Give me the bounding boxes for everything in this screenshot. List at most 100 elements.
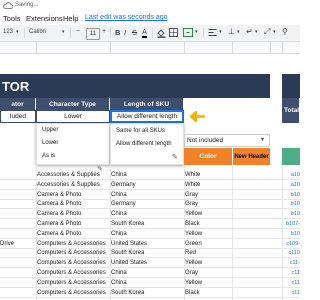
value-cell-1[interactable]: luded (0, 110, 36, 123)
option-same-for-all[interactable]: Same for all SKUs (111, 125, 183, 138)
character-type-select[interactable]: Lower (36, 110, 110, 123)
menu-help[interactable]: Help (63, 14, 78, 23)
length-of-sku-select[interactable]: Allow different length (110, 110, 184, 123)
column-divider[interactable] (232, 42, 233, 54)
menu-tools[interactable]: Tools (3, 14, 21, 23)
cell-sku[interactable]: b10 (283, 191, 300, 200)
bold-button[interactable]: B (115, 28, 120, 37)
cell-col1[interactable] (0, 200, 36, 209)
cell-category[interactable]: Camera & Photo (37, 191, 110, 200)
cell-sku[interactable]: a10 (283, 171, 300, 180)
cell-category[interactable]: Computers & Accessories (37, 269, 110, 278)
cell-country[interactable]: South Korea (111, 220, 184, 229)
cell-sku[interactable]: c11- (283, 259, 300, 268)
cell-category[interactable]: Camera & Photo (37, 230, 110, 239)
cell-sku[interactable]: b107- (283, 220, 300, 229)
cell-country[interactable]: China (111, 171, 184, 180)
cell-sku[interactable]: c11 (283, 279, 300, 288)
cell-col1[interactable] (0, 259, 36, 268)
cell-color[interactable]: Gray (185, 269, 232, 278)
cell-category[interactable]: Computers & Accessories (37, 279, 110, 288)
cell-color[interactable]: White (185, 171, 232, 180)
borders-icon[interactable] (169, 28, 178, 39)
align-left-icon[interactable] (208, 28, 217, 39)
cell-col1[interactable] (0, 210, 36, 219)
cell-sku[interactable]: c110 (283, 249, 300, 258)
cell-color[interactable]: Red (185, 249, 232, 258)
cell-col1[interactable] (0, 191, 36, 200)
merge-cells-icon[interactable] (183, 28, 193, 39)
edit-pencil-icon[interactable]: ✎ (172, 153, 178, 161)
cell-category[interactable]: Accessories & Supplies (37, 171, 110, 180)
italic-button[interactable]: I (124, 28, 126, 37)
cell-sku[interactable]: a10 (283, 181, 300, 190)
column-divider[interactable] (270, 42, 271, 54)
column-divider[interactable] (282, 42, 283, 54)
column-divider[interactable] (110, 42, 111, 54)
cell-sku[interactable]: b10 (283, 230, 300, 239)
cell-category[interactable]: Accessories & Supplies (37, 181, 110, 190)
cell-col1[interactable] (0, 230, 36, 239)
fill-color-icon[interactable] (157, 28, 166, 40)
column-divider[interactable] (36, 42, 37, 54)
cell-col1[interactable] (0, 289, 36, 298)
cell-category[interactable]: Computers & Accessories (37, 249, 110, 258)
link-icon[interactable]: ⚲ (282, 27, 288, 36)
cell-category[interactable]: Computers & Accessories (37, 240, 110, 249)
cell-col1[interactable]: Drive (0, 240, 36, 249)
cell-country[interactable]: United States (111, 240, 184, 249)
text-rotation-icon[interactable]: ⤢ (264, 27, 270, 37)
cell-color[interactable]: Yellow (185, 279, 232, 288)
cell-sku[interactable]: c11 (283, 269, 300, 278)
cell-sku[interactable]: c11 (283, 289, 300, 298)
cell-category[interactable]: Camera & Photo (37, 220, 110, 229)
cell-color[interactable]: Gray (185, 191, 232, 200)
vertical-align-icon[interactable]: ⊥ (228, 27, 235, 36)
option-lower[interactable]: Lower (37, 137, 109, 150)
font-size-minus[interactable]: − (76, 28, 80, 35)
cell-country[interactable]: United States (111, 259, 184, 268)
cell-col1[interactable] (0, 279, 36, 288)
column-divider[interactable] (184, 42, 185, 54)
cell-category[interactable]: Camera & Photo (37, 200, 110, 209)
text-wrap-icon[interactable]: ↵ (246, 27, 253, 36)
cell-country[interactable]: China (111, 269, 184, 278)
cell-col1[interactable] (0, 220, 36, 229)
cell-col1[interactable] (0, 171, 36, 180)
number-format-button[interactable]: 123 (3, 29, 13, 35)
menu-extensions[interactable]: Extensions (26, 14, 63, 23)
cell-country[interactable]: China (111, 230, 184, 239)
cell-color[interactable]: Yellow (185, 230, 232, 239)
cell-category[interactable]: Computers & Accessories (37, 289, 110, 298)
option-allow-different[interactable]: Allow different length (111, 138, 183, 151)
last-edit-link[interactable]: Last edit was seconds ago (85, 14, 168, 21)
cell-color[interactable]: Black (185, 220, 232, 229)
cell-color[interactable]: Black (185, 289, 232, 298)
cell-country[interactable]: Germany (111, 200, 184, 209)
cell-color[interactable]: Yellow (185, 259, 232, 268)
text-color-button[interactable]: A (142, 27, 148, 38)
cell-color[interactable]: Yellow (185, 210, 232, 219)
font-size-plus[interactable]: + (102, 28, 106, 35)
strikethrough-button[interactable]: S (132, 28, 137, 37)
cell-color[interactable]: Green (185, 240, 232, 249)
not-included-select[interactable]: Not included ▾ (184, 134, 270, 147)
option-upper[interactable]: Upper (37, 124, 109, 137)
cell-country[interactable]: South Korea (111, 289, 184, 298)
option-as-is[interactable]: As is (37, 150, 109, 163)
cell-sku[interactable]: b10 (283, 210, 300, 219)
font-select[interactable]: Calibri (29, 29, 46, 35)
cell-country[interactable]: China (111, 210, 184, 219)
cell-country[interactable]: Germany (111, 181, 184, 190)
cell-country[interactable]: South Korea (111, 249, 184, 258)
cell-col1[interactable] (0, 181, 36, 190)
cell-sku[interactable]: c109- (283, 240, 300, 249)
cell-category[interactable]: Camera & Photo (37, 210, 110, 219)
cell-color[interactable]: White (185, 181, 232, 190)
cell-col1[interactable] (0, 269, 36, 278)
cell-country[interactable]: China (111, 279, 184, 288)
cell-col1[interactable] (0, 249, 36, 258)
cell-color[interactable]: Gray (185, 200, 232, 209)
cell-sku[interactable]: b10 (283, 200, 300, 209)
cell-category[interactable]: Computers & Accessories (37, 259, 110, 268)
